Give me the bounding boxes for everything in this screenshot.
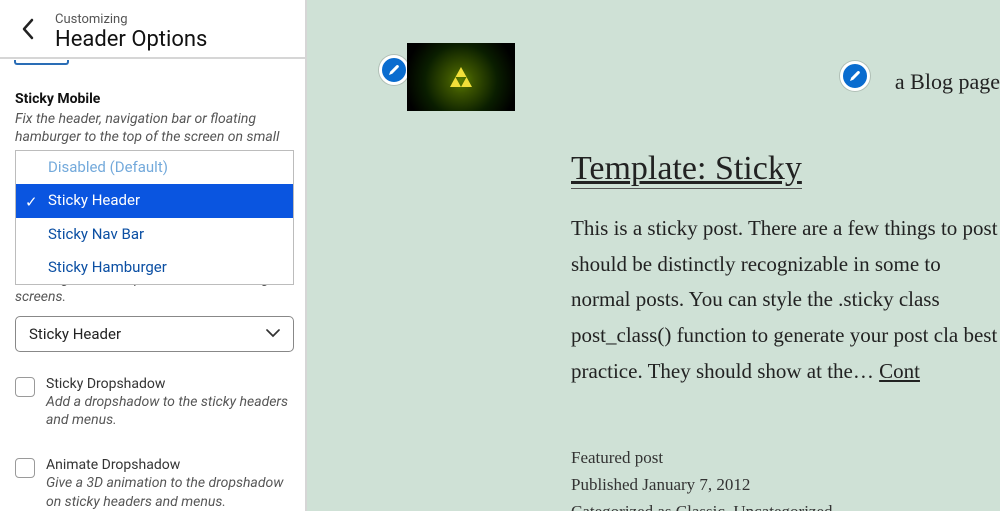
animate-dropshadow-label: Animate Dropshadow	[46, 457, 290, 473]
sticky-dropshadow-text: Sticky Dropshadow Add a dropshadow to th…	[46, 376, 290, 429]
preview-pane: a Blog page Template: Sticky This is a s…	[307, 0, 1000, 511]
animate-dropshadow-checkbox[interactable]	[15, 458, 35, 478]
meta-published: Published January 7, 2012	[571, 471, 833, 498]
sticky-dropshadow-label: Sticky Dropshadow	[46, 376, 290, 392]
triforce-icon	[450, 67, 472, 87]
header-text: Customizing Header Options	[55, 6, 305, 52]
continue-reading-link[interactable]: Cont	[879, 359, 920, 383]
post-body-text: This is a sticky post. There are a few t…	[571, 216, 998, 383]
dropdown-option-sticky-header[interactable]: ✓ Sticky Header	[16, 184, 293, 217]
breadcrumb: Customizing	[55, 12, 305, 27]
sidebar-header: Customizing Header Options	[0, 0, 305, 59]
animate-dropshadow-text: Animate Dropshadow Give a 3D animation t…	[46, 457, 290, 510]
dropdown-option-sticky-hamburger[interactable]: ✓ Sticky Hamburger	[16, 251, 293, 284]
sticky-mobile-heading: Sticky Mobile	[15, 91, 290, 107]
animate-dropshadow-row: Animate Dropshadow Give a 3D animation t…	[15, 457, 290, 510]
sticky-mobile-desc: Fix the header, navigation bar or floati…	[15, 110, 290, 146]
dropdown-option-label: Sticky Header	[48, 191, 140, 209]
chevron-left-icon	[21, 18, 34, 40]
sticky-dropshadow-desc: Add a dropshadow to the sticky headers a…	[46, 393, 290, 429]
dropdown-option-label: Sticky Nav Bar	[48, 225, 144, 243]
edit-site-title-button[interactable]	[840, 61, 870, 91]
dropdown-option-label: Disabled (Default)	[48, 158, 168, 176]
chevron-down-icon	[266, 329, 280, 338]
pencil-icon	[848, 69, 862, 83]
animate-dropshadow-desc: Give a 3D animation to the dropshadow on…	[46, 474, 290, 510]
meta-featured: Featured post	[571, 444, 833, 471]
dropdown-option-sticky-navbar[interactable]: ✓ Sticky Nav Bar	[16, 218, 293, 251]
site-title[interactable]: a Blog page	[895, 69, 1000, 95]
check-icon: ✓	[25, 191, 38, 214]
page-title: Header Options	[55, 27, 305, 52]
dropdown-option-disabled[interactable]: ✓ Disabled (Default)	[16, 151, 293, 184]
site-logo[interactable]	[407, 43, 515, 111]
sticky-large-select[interactable]: Sticky Header	[15, 316, 294, 352]
sticky-dropshadow-row: Sticky Dropshadow Add a dropshadow to th…	[15, 376, 290, 429]
post-title-link: Template: Sticky	[571, 150, 802, 187]
back-button[interactable]	[0, 0, 55, 57]
site-title-text: a Blog page	[895, 69, 1000, 94]
post: Template: Sticky This is a sticky post. …	[571, 150, 1000, 389]
pencil-icon	[387, 63, 401, 77]
post-meta: Featured post Published January 7, 2012 …	[571, 444, 833, 511]
post-body: This is a sticky post. There are a few t…	[571, 211, 1000, 389]
customizer-sidebar: Customizing Header Options Sticky Mobile…	[0, 0, 307, 511]
post-title[interactable]: Template: Sticky	[571, 150, 802, 189]
sticky-mobile-dropdown[interactable]: ✓ Disabled (Default) ✓ Sticky Header ✓ S…	[15, 150, 294, 285]
meta-categorized: Categorized as Classic, Uncategorized	[571, 498, 833, 511]
site-logo-image	[407, 43, 515, 111]
partial-button-fragment[interactable]	[14, 60, 69, 65]
sticky-dropshadow-checkbox[interactable]	[15, 377, 35, 397]
dropdown-option-label: Sticky Hamburger	[48, 258, 167, 276]
edit-logo-button[interactable]	[379, 55, 409, 85]
sticky-large-value: Sticky Header	[29, 325, 121, 343]
